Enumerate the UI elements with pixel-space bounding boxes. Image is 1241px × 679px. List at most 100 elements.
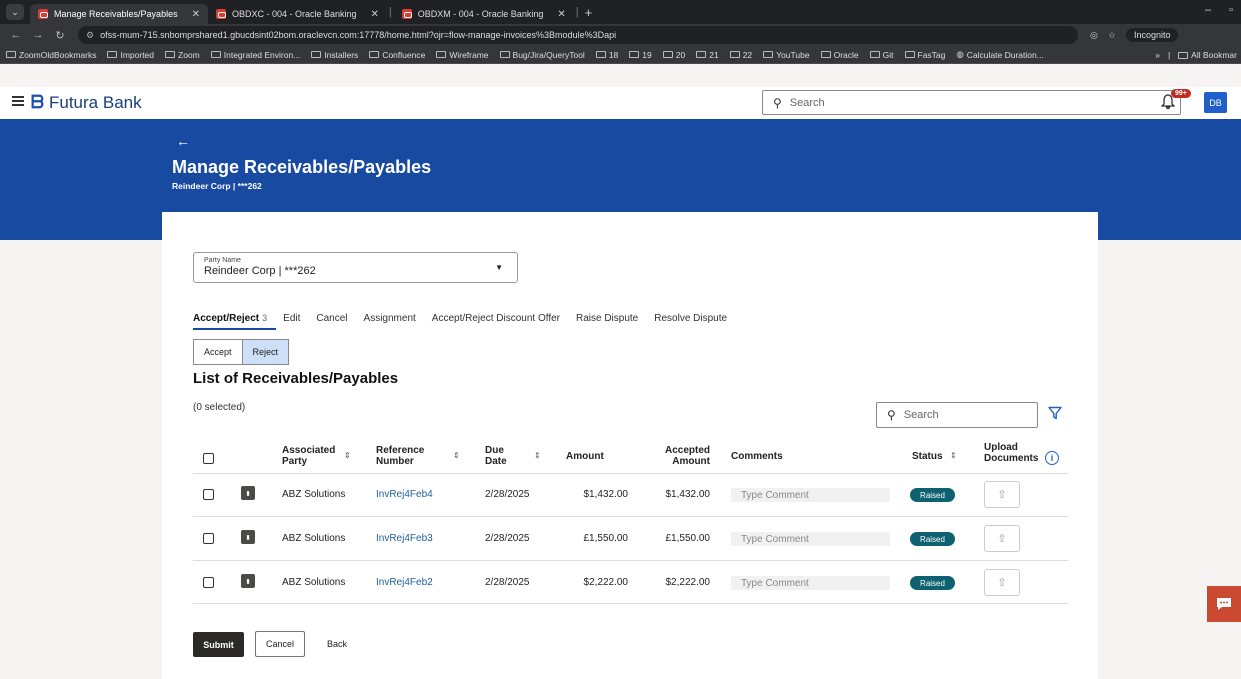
col-comments: Comments <box>731 451 783 462</box>
folder-icon <box>369 51 380 58</box>
col-associated-party[interactable]: Associated Party <box>282 445 335 467</box>
status-badge: Raised <box>910 532 955 546</box>
upload-button[interactable]: ⇧ <box>984 569 1020 596</box>
row-checkbox[interactable] <box>203 533 214 544</box>
submit-button[interactable]: Submit <box>193 632 244 657</box>
bookmark-item[interactable]: FasTag <box>904 50 945 60</box>
futura-logo-icon: ᗷ <box>31 92 44 112</box>
info-icon[interactable]: i <box>1045 451 1059 465</box>
bookmark-item[interactable]: Installers <box>311 50 358 60</box>
cell-accepted-amount: $1,432.00 <box>665 489 711 500</box>
reference-link[interactable]: InvRej4Feb2 <box>376 577 433 588</box>
sort-icon[interactable]: ⇕ <box>534 451 541 460</box>
brand-logo[interactable]: ᗷ Futura Bank <box>31 92 142 113</box>
status-badge: Raised <box>910 576 955 590</box>
cell-due-date: 2/28/2025 <box>485 489 530 500</box>
folder-icon <box>662 51 673 58</box>
col-accepted-amount: Accepted Amount <box>664 445 710 467</box>
incognito-badge[interactable]: Incognito <box>1125 28 1179 42</box>
col-status[interactable]: Status <box>912 451 943 462</box>
bookmark-item[interactable]: Integrated Environ... <box>210 50 300 60</box>
sort-icon[interactable]: ⇕ <box>950 451 957 460</box>
bookmark-item[interactable]: 18 <box>595 50 618 60</box>
reference-link[interactable]: InvRej4Feb4 <box>376 489 433 500</box>
close-icon[interactable]: ✕ <box>557 9 565 20</box>
party-name-value: Reindeer Corp | ***262 <box>204 265 316 277</box>
sort-icon[interactable]: ⇕ <box>453 451 460 460</box>
tab-edit[interactable]: Edit <box>283 313 300 324</box>
menu-icon[interactable] <box>12 96 24 106</box>
oracle-favicon-icon <box>38 9 48 19</box>
tab-raise-dispute[interactable]: Raise Dispute <box>576 313 638 324</box>
tab-search-button[interactable]: ⌄ <box>6 4 24 20</box>
star-icon[interactable]: ☆ <box>1108 30 1116 41</box>
bookmark-item[interactable]: YouTube <box>763 50 810 60</box>
bookmark-item[interactable]: Oracle <box>820 50 859 60</box>
bookmark-item[interactable]: 21 <box>696 50 719 60</box>
tab-assignment[interactable]: Assignment <box>364 313 416 324</box>
close-icon[interactable]: ✕ <box>371 9 379 20</box>
upload-button[interactable]: ⇧ <box>984 525 1020 552</box>
filter-icon[interactable] <box>1048 406 1062 420</box>
site-info-icon[interactable]: ⚙ <box>86 30 94 41</box>
accept-toggle-button[interactable]: Accept <box>194 340 242 364</box>
bookmark-item[interactable]: Bug/Jira/QueryTool <box>499 50 585 60</box>
comment-input[interactable]: Type Comment <box>731 576 890 590</box>
cancel-button[interactable]: Cancel <box>255 631 305 657</box>
select-all-checkbox[interactable] <box>203 453 214 464</box>
bookmark-item[interactable]: Wireframe <box>436 50 489 60</box>
all-bookmarks[interactable]: All Bookmar <box>1178 50 1237 60</box>
reject-toggle-button[interactable]: Reject <box>241 340 289 364</box>
list-search-input[interactable]: ⚲ Search <box>876 402 1038 428</box>
new-tab-icon[interactable]: + <box>585 5 593 20</box>
back-button[interactable]: Back <box>318 631 356 657</box>
action-tabs: Accept/Reject 3 Edit Cancel Assignment Ac… <box>193 313 743 324</box>
browser-tab-1[interactable]: Manage Receivables/Payables ✕ <box>30 4 208 24</box>
chat-button[interactable] <box>1207 586 1241 622</box>
tab-resolve-dispute[interactable]: Resolve Dispute <box>654 313 727 324</box>
back-arrow-icon[interactable]: ← <box>176 133 190 149</box>
bookmark-item[interactable]: 19 <box>629 50 652 60</box>
bookmark-item[interactable]: Confluence <box>369 50 425 60</box>
folder-icon <box>904 51 915 58</box>
tab-accept-reject[interactable]: Accept/Reject 3 <box>193 313 267 324</box>
back-icon[interactable]: ← <box>8 29 24 41</box>
location-icon[interactable]: ◎ <box>1090 30 1098 41</box>
address-bar[interactable]: ⚙ ofss-mum-715.snbomprshared1.gbucdsint0… <box>78 26 1078 44</box>
row-checkbox[interactable] <box>203 577 214 588</box>
upload-button[interactable]: ⇧ <box>984 481 1020 508</box>
row-checkbox[interactable] <box>203 489 214 500</box>
global-search-input[interactable]: ⚲ Search <box>762 90 1181 115</box>
tab-cancel[interactable]: Cancel <box>316 313 347 324</box>
sort-icon[interactable]: ⇕ <box>344 451 351 460</box>
chevron-right-icon[interactable]: » <box>1155 50 1160 60</box>
app-header: ᗷ Futura Bank ⚲ Search 99+ DB <box>0 87 1241 119</box>
close-icon[interactable]: ✕ <box>192 9 200 20</box>
oracle-favicon-icon <box>215 9 226 19</box>
bookmark-item[interactable]: ZoomOldBookmarks <box>6 50 96 60</box>
bookmark-item[interactable]: 20 <box>662 50 685 60</box>
minimize-icon[interactable]: – <box>1205 4 1211 16</box>
bookmark-item[interactable]: Git <box>869 50 894 60</box>
tab-accept-reject-discount-offer[interactable]: Accept/Reject Discount Offer <box>432 313 560 324</box>
reference-link[interactable]: InvRej4Feb3 <box>376 533 433 544</box>
bookmark-item[interactable]: ◍ Calculate Duration... <box>956 49 1043 60</box>
bookmark-item[interactable]: Imported <box>107 50 154 60</box>
restore-icon[interactable]: ▫ <box>1229 4 1233 16</box>
reload-icon[interactable]: ↻ <box>52 29 68 42</box>
folder-icon <box>763 51 774 58</box>
folder-icon <box>6 51 16 58</box>
comment-input[interactable]: Type Comment <box>731 488 890 502</box>
comment-input[interactable]: Type Comment <box>731 532 890 546</box>
col-due-date[interactable]: Due Date <box>485 445 507 467</box>
browser-tab-2[interactable]: OBDXC - 004 - Oracle Banking ✕ <box>208 4 387 24</box>
bookmark-item[interactable]: 22 <box>729 50 752 60</box>
table-divider <box>193 560 1068 561</box>
forward-icon[interactable]: → <box>30 29 46 41</box>
folder-icon <box>696 51 707 58</box>
party-name-select[interactable]: Party Name Reindeer Corp | ***262 ▼ <box>193 252 518 283</box>
bookmark-item[interactable]: Zoom <box>165 50 200 60</box>
avatar[interactable]: DB <box>1204 92 1227 113</box>
browser-tab-3[interactable]: OBDXM - 004 - Oracle Banking ✕ <box>394 4 574 24</box>
col-reference-number[interactable]: Reference Number <box>376 445 424 467</box>
